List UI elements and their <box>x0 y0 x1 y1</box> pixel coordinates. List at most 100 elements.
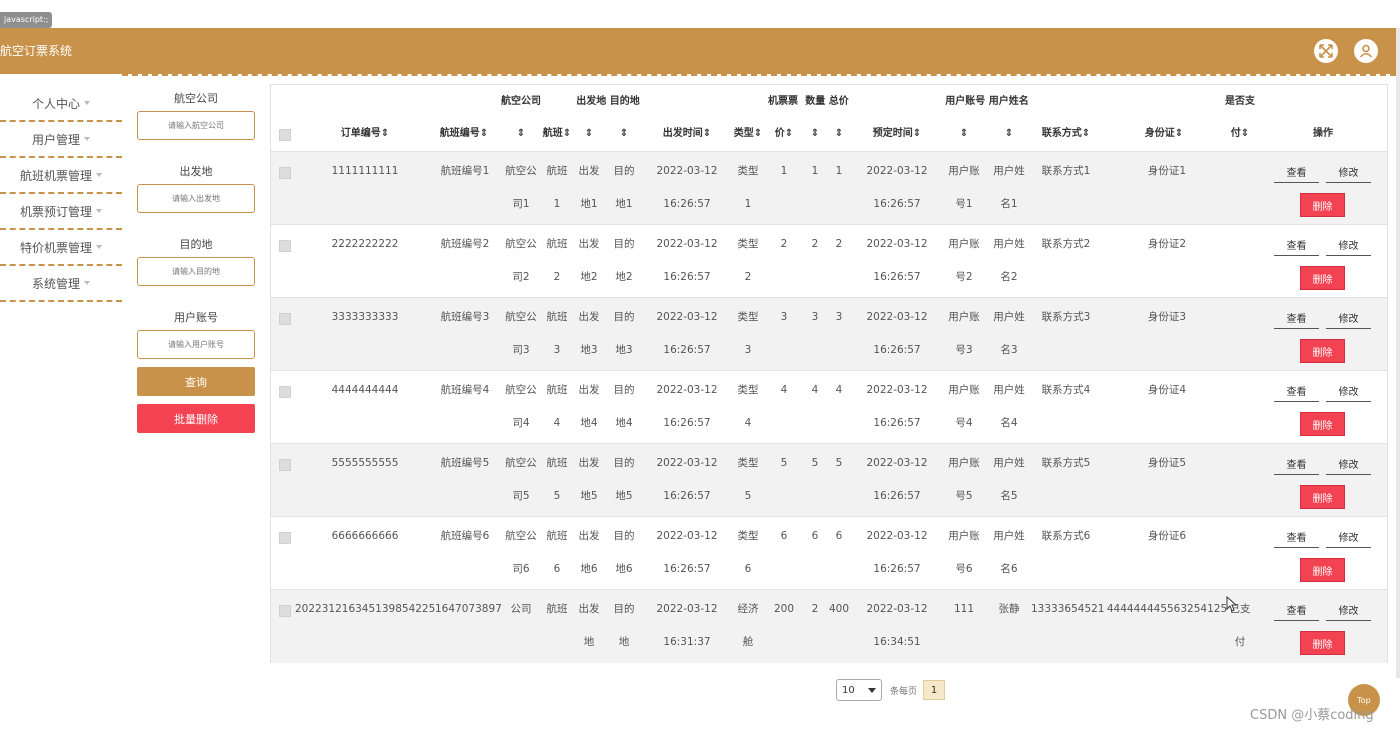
header-depart-dest-top: 出发地 目的地 <box>576 96 640 107</box>
cell-airline1: 航空公 <box>505 457 537 469</box>
sidebar-item-bookings[interactable]: 机票预订管理 <box>0 194 122 230</box>
header-type[interactable]: 类型⇕ <box>731 118 765 150</box>
page-1-button[interactable]: 1 <box>923 680 946 700</box>
header-account-name-top: 用户账号 用户姓名 <box>945 96 1029 107</box>
cell-contact: 联系方式3 <box>1041 311 1091 323</box>
cell-airline2: 司4 <box>512 417 530 429</box>
view-button[interactable]: 查看 <box>1274 598 1319 621</box>
cell-contact: 联系方式2 <box>1041 238 1091 250</box>
row-checkbox[interactable] <box>279 605 291 617</box>
header-depart[interactable]: ⇕ <box>574 118 604 150</box>
dest-label: 目的地 <box>179 238 213 251</box>
delete-button[interactable]: 删除 <box>1300 339 1345 363</box>
row-checkbox[interactable] <box>279 313 291 325</box>
cell-flight1: 航班 <box>546 311 568 323</box>
view-button[interactable]: 查看 <box>1274 379 1319 402</box>
cell-flight-no: 航班编号6 <box>440 530 490 542</box>
header-paid[interactable]: 付⇕ <box>1223 118 1257 150</box>
view-button[interactable]: 查看 <box>1274 233 1319 256</box>
cell-btime1: 2022-03-12 <box>866 384 928 396</box>
cell-name1: 用户姓 <box>993 311 1025 323</box>
cell-acct1: 用户账 <box>948 311 980 323</box>
user-icon[interactable] <box>1354 39 1378 63</box>
header-id-card[interactable]: 身份证⇕ <box>1134 118 1194 150</box>
cell-depart1: 出发 <box>578 165 600 177</box>
airline-label: 航空公司 <box>174 92 218 105</box>
sidebar-item-users[interactable]: 用户管理 <box>0 122 122 158</box>
query-button[interactable]: 查询 <box>137 367 255 396</box>
header-order-no[interactable]: 订单编号⇕ <box>325 118 405 150</box>
cell-type2: 6 <box>744 563 752 575</box>
cell-order-no: 202231216345139854225 <box>295 603 436 615</box>
delete-button[interactable]: 删除 <box>1300 631 1345 655</box>
sidebar-item-personal[interactable]: 个人中心 <box>0 86 122 122</box>
row-checkbox[interactable] <box>279 167 291 179</box>
view-button[interactable]: 查看 <box>1274 160 1319 183</box>
delete-button[interactable]: 删除 <box>1300 558 1345 582</box>
delete-button[interactable]: 删除 <box>1300 485 1345 509</box>
header-contact[interactable]: 联系方式⇕ <box>1036 118 1096 150</box>
cell-total: 5 <box>835 457 843 469</box>
edit-button[interactable]: 修改 <box>1326 598 1371 621</box>
cell-depart1: 出发 <box>578 457 600 469</box>
header-airline[interactable]: ⇕ <box>501 118 541 150</box>
cell-depart2: 地2 <box>580 271 598 283</box>
cell-type2: 舱 <box>742 636 754 648</box>
batch-delete-button[interactable]: 批量删除 <box>137 404 255 433</box>
row-checkbox[interactable] <box>279 459 291 471</box>
edit-button[interactable]: 修改 <box>1326 306 1371 329</box>
view-button[interactable]: 查看 <box>1274 525 1319 548</box>
header-name[interactable]: ⇕ <box>991 118 1027 150</box>
fullscreen-icon[interactable] <box>1314 39 1338 63</box>
sidebar-item-system[interactable]: 系统管理 <box>0 266 122 302</box>
delete-button[interactable]: 删除 <box>1300 266 1345 290</box>
sidebar-item-label: 用户管理 <box>31 132 80 147</box>
delete-button[interactable]: 删除 <box>1300 412 1345 436</box>
cell-name2: 名1 <box>1000 198 1018 210</box>
header-flight[interactable]: 航班⇕ <box>540 118 574 150</box>
row-checkbox[interactable] <box>279 240 291 252</box>
row-checkbox[interactable] <box>279 386 291 398</box>
header-account[interactable]: ⇕ <box>946 118 982 150</box>
edit-button[interactable]: 修改 <box>1326 160 1371 183</box>
cell-depart2: 地5 <box>580 490 598 502</box>
view-button[interactable]: 查看 <box>1274 306 1319 329</box>
view-button[interactable]: 查看 <box>1274 452 1319 475</box>
page-size-select[interactable]: 10 <box>836 679 882 701</box>
cell-acct1: 用户账 <box>948 530 980 542</box>
cell-id-card: 身份证4 <box>1147 384 1187 396</box>
cell-acct2: 号1 <box>955 198 973 210</box>
header-depart-time[interactable]: 出发时间⇕ <box>652 118 722 150</box>
cell-acct1: 用户账 <box>948 238 980 250</box>
header-flight-no[interactable]: 航班编号⇕ <box>435 118 493 150</box>
account-input[interactable] <box>137 330 255 359</box>
header-qty[interactable]: ⇕ <box>803 118 827 150</box>
sidebar-item-flights[interactable]: 航班机票管理 <box>0 158 122 194</box>
cell-contact: 13333654521 <box>1031 603 1105 615</box>
page-scrollbar[interactable] <box>1396 28 1400 678</box>
depart-input[interactable] <box>137 184 255 213</box>
select-all-checkbox[interactable] <box>279 129 291 141</box>
sidebar: 个人中心 用户管理 航班机票管理 机票预订管理 特价机票管理 系统管理 <box>0 86 122 302</box>
airline-input[interactable] <box>137 111 255 140</box>
header-dest[interactable]: ⇕ <box>609 118 639 150</box>
header-price[interactable]: 价⇕ <box>771 118 797 150</box>
cell-type1: 类型 <box>737 384 759 396</box>
header-total[interactable]: ⇕ <box>827 118 851 150</box>
edit-button[interactable]: 修改 <box>1326 452 1371 475</box>
cell-btime2: 16:26:57 <box>873 490 921 502</box>
sidebar-item-label: 个人中心 <box>31 96 80 111</box>
dest-input[interactable] <box>137 257 255 286</box>
edit-button[interactable]: 修改 <box>1326 379 1371 402</box>
cell-airline2: 司3 <box>512 344 530 356</box>
sidebar-item-specials[interactable]: 特价机票管理 <box>0 230 122 266</box>
cell-acct2: 号2 <box>955 271 973 283</box>
header-book-time[interactable]: 预定时间⇕ <box>862 118 932 150</box>
cell-order-no: 5555555555 <box>331 457 399 469</box>
row-checkbox[interactable] <box>279 532 291 544</box>
delete-button[interactable]: 删除 <box>1300 193 1345 217</box>
cell-airline1: 航空公 <box>505 165 537 177</box>
chevron-down-icon <box>868 687 876 693</box>
edit-button[interactable]: 修改 <box>1326 525 1371 548</box>
edit-button[interactable]: 修改 <box>1326 233 1371 256</box>
